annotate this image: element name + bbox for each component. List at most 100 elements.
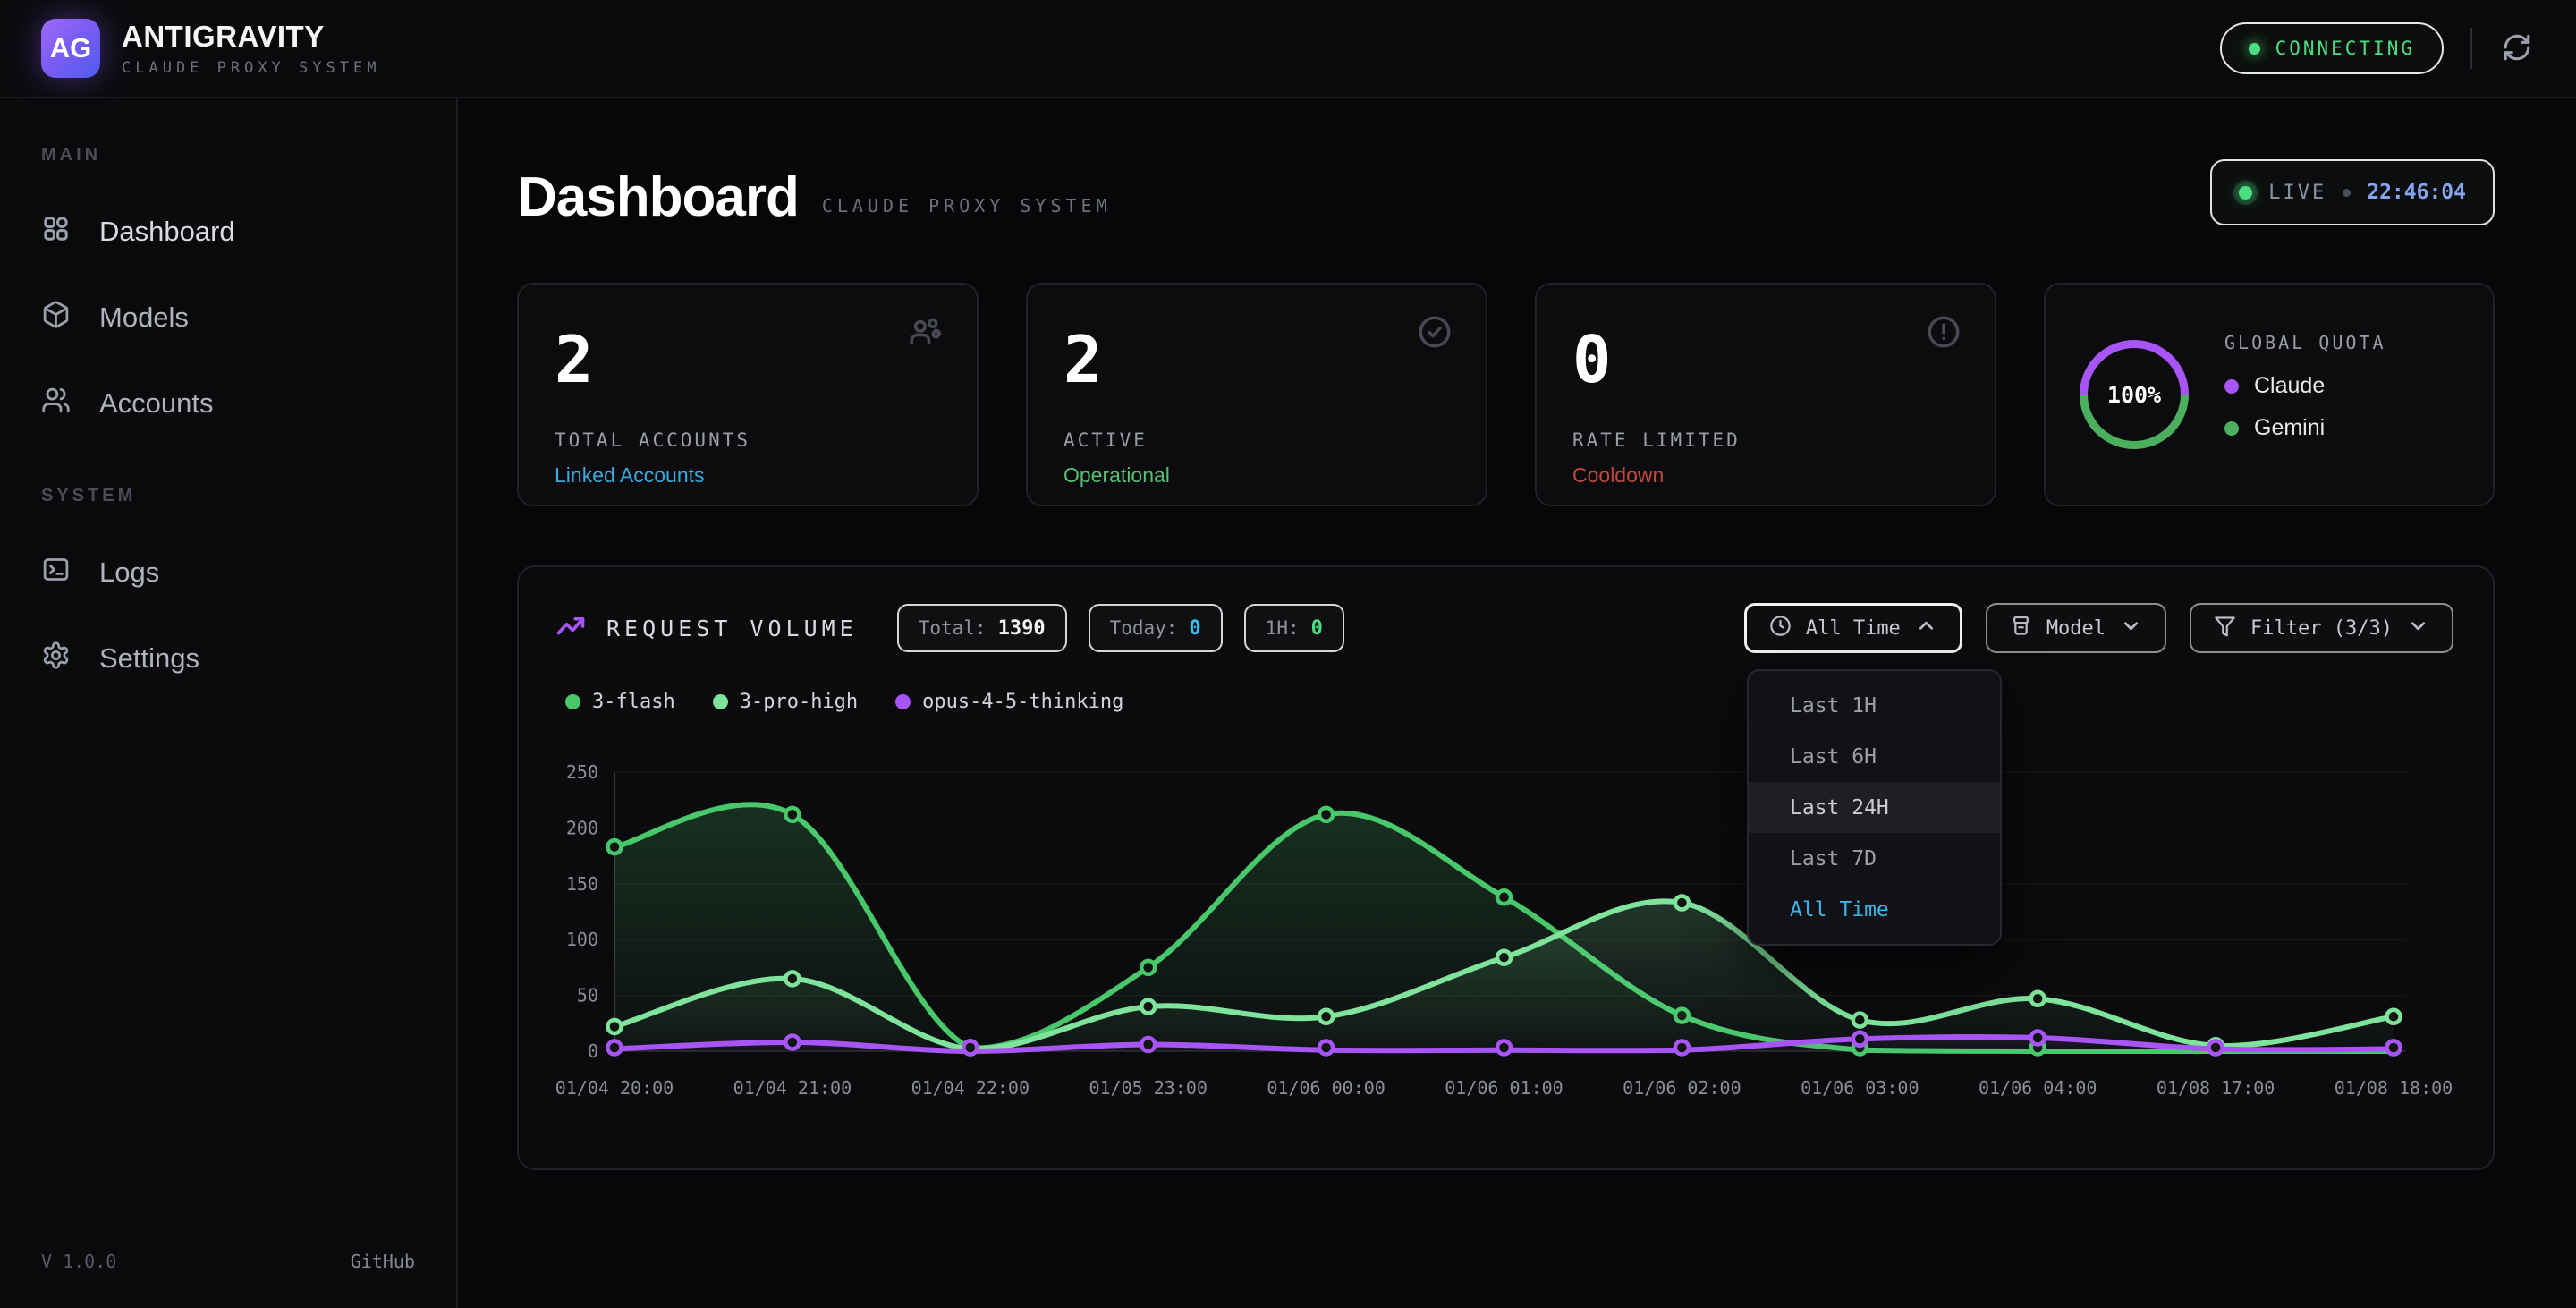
series-dot <box>713 694 728 709</box>
cube-icon <box>41 300 71 336</box>
stat-value: 0 <box>1572 327 1959 392</box>
sidebar-section-main: MAIN <box>41 145 415 166</box>
topbar-divider <box>2470 28 2472 69</box>
chip-label: 1H: <box>1266 617 1300 639</box>
refresh-button[interactable] <box>2499 30 2535 66</box>
sidebar-item-settings[interactable]: Settings <box>41 632 415 685</box>
clock-icon <box>1768 614 1792 643</box>
menu-item-all-time[interactable]: All Time <box>1749 884 2000 935</box>
page-header: Dashboard CLAUDE PROXY SYSTEM LIVE 22:46… <box>517 166 2495 225</box>
request-volume-chart: 05010015020025001/04 20:0001/04 21:0001/… <box>555 736 2460 1121</box>
menu-item-last-6h[interactable]: Last 6H <box>1749 731 2000 782</box>
page-title: Dashboard <box>517 170 799 225</box>
time-range-label: All Time <box>1806 617 1901 640</box>
menu-item-last-1h[interactable]: Last 1H <box>1749 680 2000 731</box>
svg-text:01/06 04:00: 01/06 04:00 <box>1979 1077 2097 1099</box>
chip-value: 0 <box>1189 617 1200 640</box>
chart-controls: All Time <box>1744 603 2453 653</box>
chip-1h: 1H: 0 <box>1244 604 1344 652</box>
legend-item-3-flash[interactable]: 3-flash <box>565 691 675 713</box>
chevron-up-icon <box>1914 614 1938 643</box>
panel-header: REQUEST VOLUME Total: 1390 Today: 0 1H: … <box>555 603 2453 653</box>
svg-text:0: 0 <box>588 1040 598 1062</box>
sidebar-item-label: Dashboard <box>99 216 235 248</box>
sidebar: MAIN Dashboard Models <box>0 98 458 1308</box>
sidebar-group-main: Dashboard Models Account <box>41 205 415 463</box>
svg-text:50: 50 <box>577 985 598 1006</box>
quota-legend: GLOBAL QUOTA Claude Gemini <box>2224 332 2386 457</box>
filter-dropdown-button[interactable]: Filter (3/3) <box>2190 603 2453 653</box>
series-label: 3-flash <box>592 691 675 713</box>
gear-icon <box>41 641 71 677</box>
series-label: opus-4-5-thinking <box>922 691 1123 713</box>
time-range-dropdown-button[interactable]: All Time <box>1744 603 1962 653</box>
svg-text:01/06 00:00: 01/06 00:00 <box>1267 1077 1385 1099</box>
chevron-down-icon <box>2406 614 2430 643</box>
sidebar-item-logs[interactable]: Logs <box>41 546 415 599</box>
app-title: ANTIGRAVITY <box>122 21 380 51</box>
legend-item-3-pro-high[interactable]: 3-pro-high <box>713 691 858 713</box>
live-clock: 22:46:04 <box>2367 181 2466 204</box>
svg-text:100: 100 <box>566 929 598 950</box>
alert-circle-icon <box>1925 313 1962 355</box>
sidebar-group-system: Logs Settings <box>41 546 415 718</box>
sidebar-item-accounts[interactable]: Accounts <box>41 377 415 430</box>
connection-status-badge: CONNECTING <box>2220 22 2444 74</box>
time-range-menu: Last 1H Last 6H Last 24H Last 7D All Tim… <box>1747 669 2002 946</box>
series-label: 3-pro-high <box>740 691 858 713</box>
model-label: Model <box>2046 617 2106 640</box>
topbar: AG ANTIGRAVITY CLAUDE PROXY SYSTEM CONNE… <box>0 0 2576 98</box>
menu-item-last-7d[interactable]: Last 7D <box>1749 833 2000 884</box>
terminal-icon <box>41 555 71 591</box>
sidebar-item-models[interactable]: Models <box>41 291 415 344</box>
sidebar-item-dashboard[interactable]: Dashboard <box>41 205 415 259</box>
funnel-icon <box>2213 614 2237 643</box>
stat-sublabel: Cooldown <box>1572 463 1959 488</box>
chip-label: Total: <box>919 617 987 639</box>
stat-card-active: 2 ACTIVE Operational <box>1026 283 1487 506</box>
sidebar-item-label: Settings <box>99 642 199 675</box>
app-subtitle: CLAUDE PROXY SYSTEM <box>122 61 380 76</box>
archive-box-icon <box>2009 614 2033 643</box>
topbar-right: CONNECTING <box>2220 22 2535 74</box>
stat-card-total-accounts: 2 TOTAL ACCOUNTS Linked Accounts <box>517 283 979 506</box>
sidebar-section-system: SYSTEM <box>41 486 415 506</box>
svg-text:01/08 17:00: 01/08 17:00 <box>2157 1077 2275 1099</box>
github-link[interactable]: GitHub <box>351 1251 415 1272</box>
svg-text:01/06 03:00: 01/06 03:00 <box>1801 1077 1919 1099</box>
series-dot <box>565 694 580 709</box>
request-volume-panel: REQUEST VOLUME Total: 1390 Today: 0 1H: … <box>517 565 2495 1170</box>
chip-today: Today: 0 <box>1089 604 1223 652</box>
stat-label: ACTIVE <box>1063 429 1450 451</box>
refresh-icon <box>2502 32 2532 65</box>
legend-item-opus[interactable]: opus-4-5-thinking <box>895 691 1123 713</box>
sidebar-item-label: Accounts <box>99 387 214 420</box>
stat-card-rate-limited: 0 RATE LIMITED Cooldown <box>1535 283 1996 506</box>
quota-legend-gemini: Gemini <box>2224 415 2386 441</box>
model-dropdown-button[interactable]: Model <box>1986 603 2166 653</box>
quota-legend-claude: Claude <box>2224 373 2386 399</box>
chart-legend: 3-flash 3-pro-high opus-4-5-thinking <box>565 691 2453 713</box>
stat-value: 2 <box>555 327 941 392</box>
svg-text:01/04 21:00: 01/04 21:00 <box>733 1077 852 1099</box>
volume-stat-chips: Total: 1390 Today: 0 1H: 0 <box>897 604 1344 652</box>
svg-text:250: 250 <box>566 761 598 783</box>
sidebar-item-label: Logs <box>99 556 159 589</box>
svg-text:01/04 20:00: 01/04 20:00 <box>555 1077 674 1099</box>
gemini-dot <box>2224 421 2239 436</box>
circle-check-icon <box>1416 313 1453 355</box>
stat-label: RATE LIMITED <box>1572 429 1959 451</box>
chevron-down-icon <box>2119 614 2143 643</box>
users-icon <box>907 313 945 355</box>
series-dot <box>895 694 911 709</box>
app-logo: AG <box>41 19 100 78</box>
stat-sublabel: Operational <box>1063 463 1450 488</box>
main-content: Dashboard CLAUDE PROXY SYSTEM LIVE 22:46… <box>458 98 2576 1308</box>
filter-label: Filter (3/3) <box>2250 617 2393 640</box>
svg-text:01/06 01:00: 01/06 01:00 <box>1445 1077 1563 1099</box>
sidebar-item-label: Models <box>99 302 189 334</box>
sidebar-footer: V 1.0.0 GitHub <box>41 1251 415 1272</box>
chip-label: Today: <box>1110 617 1178 639</box>
svg-text:01/06 02:00: 01/06 02:00 <box>1623 1077 1741 1099</box>
menu-item-last-24h[interactable]: Last 24H <box>1749 782 2000 833</box>
